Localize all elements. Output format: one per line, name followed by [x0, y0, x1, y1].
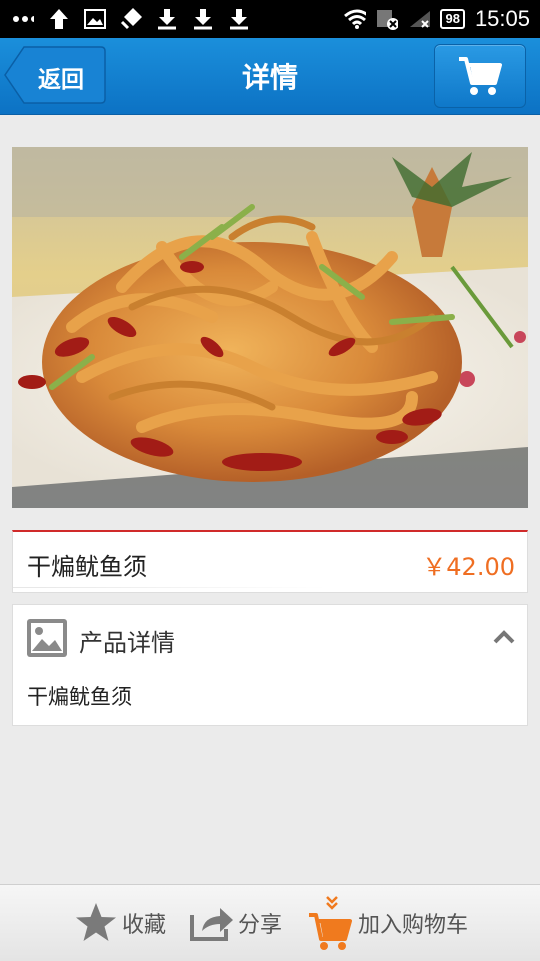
product-details-panel: 产品详情 干煸鱿鱼须	[12, 604, 528, 726]
cart-button[interactable]	[434, 44, 526, 108]
details-body: 干煸鱿鱼须	[27, 685, 132, 709]
notification-icon	[120, 8, 142, 30]
cart-icon	[459, 57, 502, 95]
product-name: 干煸鱿鱼须	[27, 553, 147, 581]
share-label: 分享	[238, 913, 283, 938]
product-summary: 干煸鱿鱼须 ￥42.00	[12, 530, 528, 593]
divider	[13, 587, 327, 588]
product-price: ￥42.00	[422, 553, 515, 581]
clock: 15:05	[474, 6, 530, 31]
image-icon	[84, 8, 106, 30]
sim-icon	[376, 8, 399, 30]
wifi-icon	[344, 8, 367, 30]
download-icon	[192, 8, 214, 30]
add-cart-icon	[309, 896, 352, 950]
status-bar: 98 15:05	[0, 0, 540, 38]
share-icon	[190, 908, 233, 941]
star-icon	[76, 903, 116, 941]
bottom-action-bar: 收藏 分享 加入购物车	[0, 884, 540, 961]
favorite-button[interactable]: 收藏	[74, 885, 166, 961]
product-image	[12, 147, 528, 508]
app-header: 返回 详情	[0, 38, 540, 115]
download-icon	[156, 8, 178, 30]
battery-icon: 98	[440, 9, 465, 29]
more-dots-icon	[12, 8, 34, 30]
image-placeholder-icon	[27, 619, 67, 661]
add-to-cart-label: 加入购物车	[358, 913, 469, 938]
signal-icon	[408, 8, 431, 30]
details-title: 产品详情	[79, 629, 175, 657]
share-button[interactable]: 分享	[190, 885, 282, 961]
add-to-cart-button[interactable]: 加入购物车	[308, 885, 468, 961]
favorite-label: 收藏	[122, 913, 167, 938]
download-icon	[228, 8, 250, 30]
upload-icon	[48, 8, 70, 30]
chevron-up-icon[interactable]	[493, 629, 515, 648]
